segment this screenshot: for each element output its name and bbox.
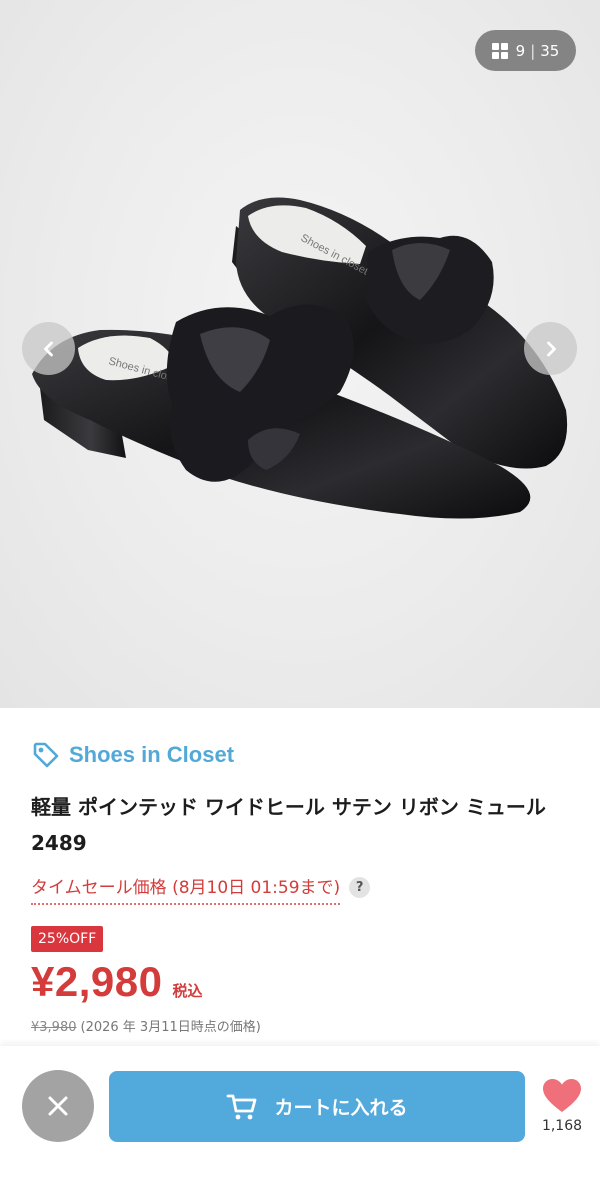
chevron-left-icon bbox=[43, 341, 53, 356]
original-price: ¥3,980 bbox=[31, 1020, 77, 1035]
previous-image-button[interactable] bbox=[22, 322, 75, 375]
shop-link[interactable]: Shoes in Closet bbox=[32, 741, 234, 769]
product-title: 軽量 ポインテッド ワイドヒール サテン リボン ミュール 2489 bbox=[31, 795, 546, 855]
reference-price-row: ¥3,980 (2026 年 3月11日時点の価格) bbox=[31, 1016, 261, 1035]
tax-label: 税込 bbox=[172, 982, 203, 1000]
product-image-gallery[interactable]: Shoes in closet Shoes in closet 9 | 35 bbox=[0, 0, 600, 708]
heart-icon bbox=[543, 1079, 581, 1112]
add-to-cart-button[interactable]: カートに入れる bbox=[109, 1071, 525, 1142]
sale-price: ¥2,980 bbox=[31, 958, 163, 1005]
original-price-note: (2026 年 3月11日時点の価格) bbox=[80, 1020, 261, 1035]
cart-icon bbox=[227, 1094, 257, 1119]
discount-badge: 25%OFF bbox=[31, 926, 104, 952]
add-to-cart-label: カートに入れる bbox=[274, 1097, 408, 1119]
help-icon[interactable]: ? bbox=[349, 876, 371, 898]
image-counter-total: 35 bbox=[540, 41, 560, 60]
time-sale-row: タイムセール価格 (8月10日 01:59まで) ? bbox=[31, 873, 371, 905]
image-counter[interactable]: 9 | 35 bbox=[475, 30, 576, 71]
next-image-button[interactable] bbox=[524, 322, 577, 375]
close-button[interactable] bbox=[22, 1070, 94, 1142]
product-photo: Shoes in closet Shoes in closet bbox=[32, 197, 568, 519]
favorite-button[interactable]: 1,168 bbox=[536, 1078, 588, 1134]
bottom-action-bar: カートに入れる 1,168 bbox=[0, 1046, 600, 1200]
chevron-right-icon bbox=[546, 341, 556, 356]
favorite-count: 1,168 bbox=[541, 1118, 583, 1134]
shop-name[interactable]: Shoes in Closet bbox=[69, 742, 234, 768]
grid-icon bbox=[491, 42, 508, 59]
close-icon bbox=[48, 1096, 68, 1116]
image-counter-current: 9 bbox=[515, 41, 526, 60]
image-counter-separator: | bbox=[530, 41, 536, 60]
tag-icon bbox=[33, 742, 59, 768]
price-row: ¥2,980 税込 bbox=[31, 958, 202, 1006]
time-sale-label: タイムセール価格 (8月10日 01:59まで) bbox=[31, 873, 341, 905]
